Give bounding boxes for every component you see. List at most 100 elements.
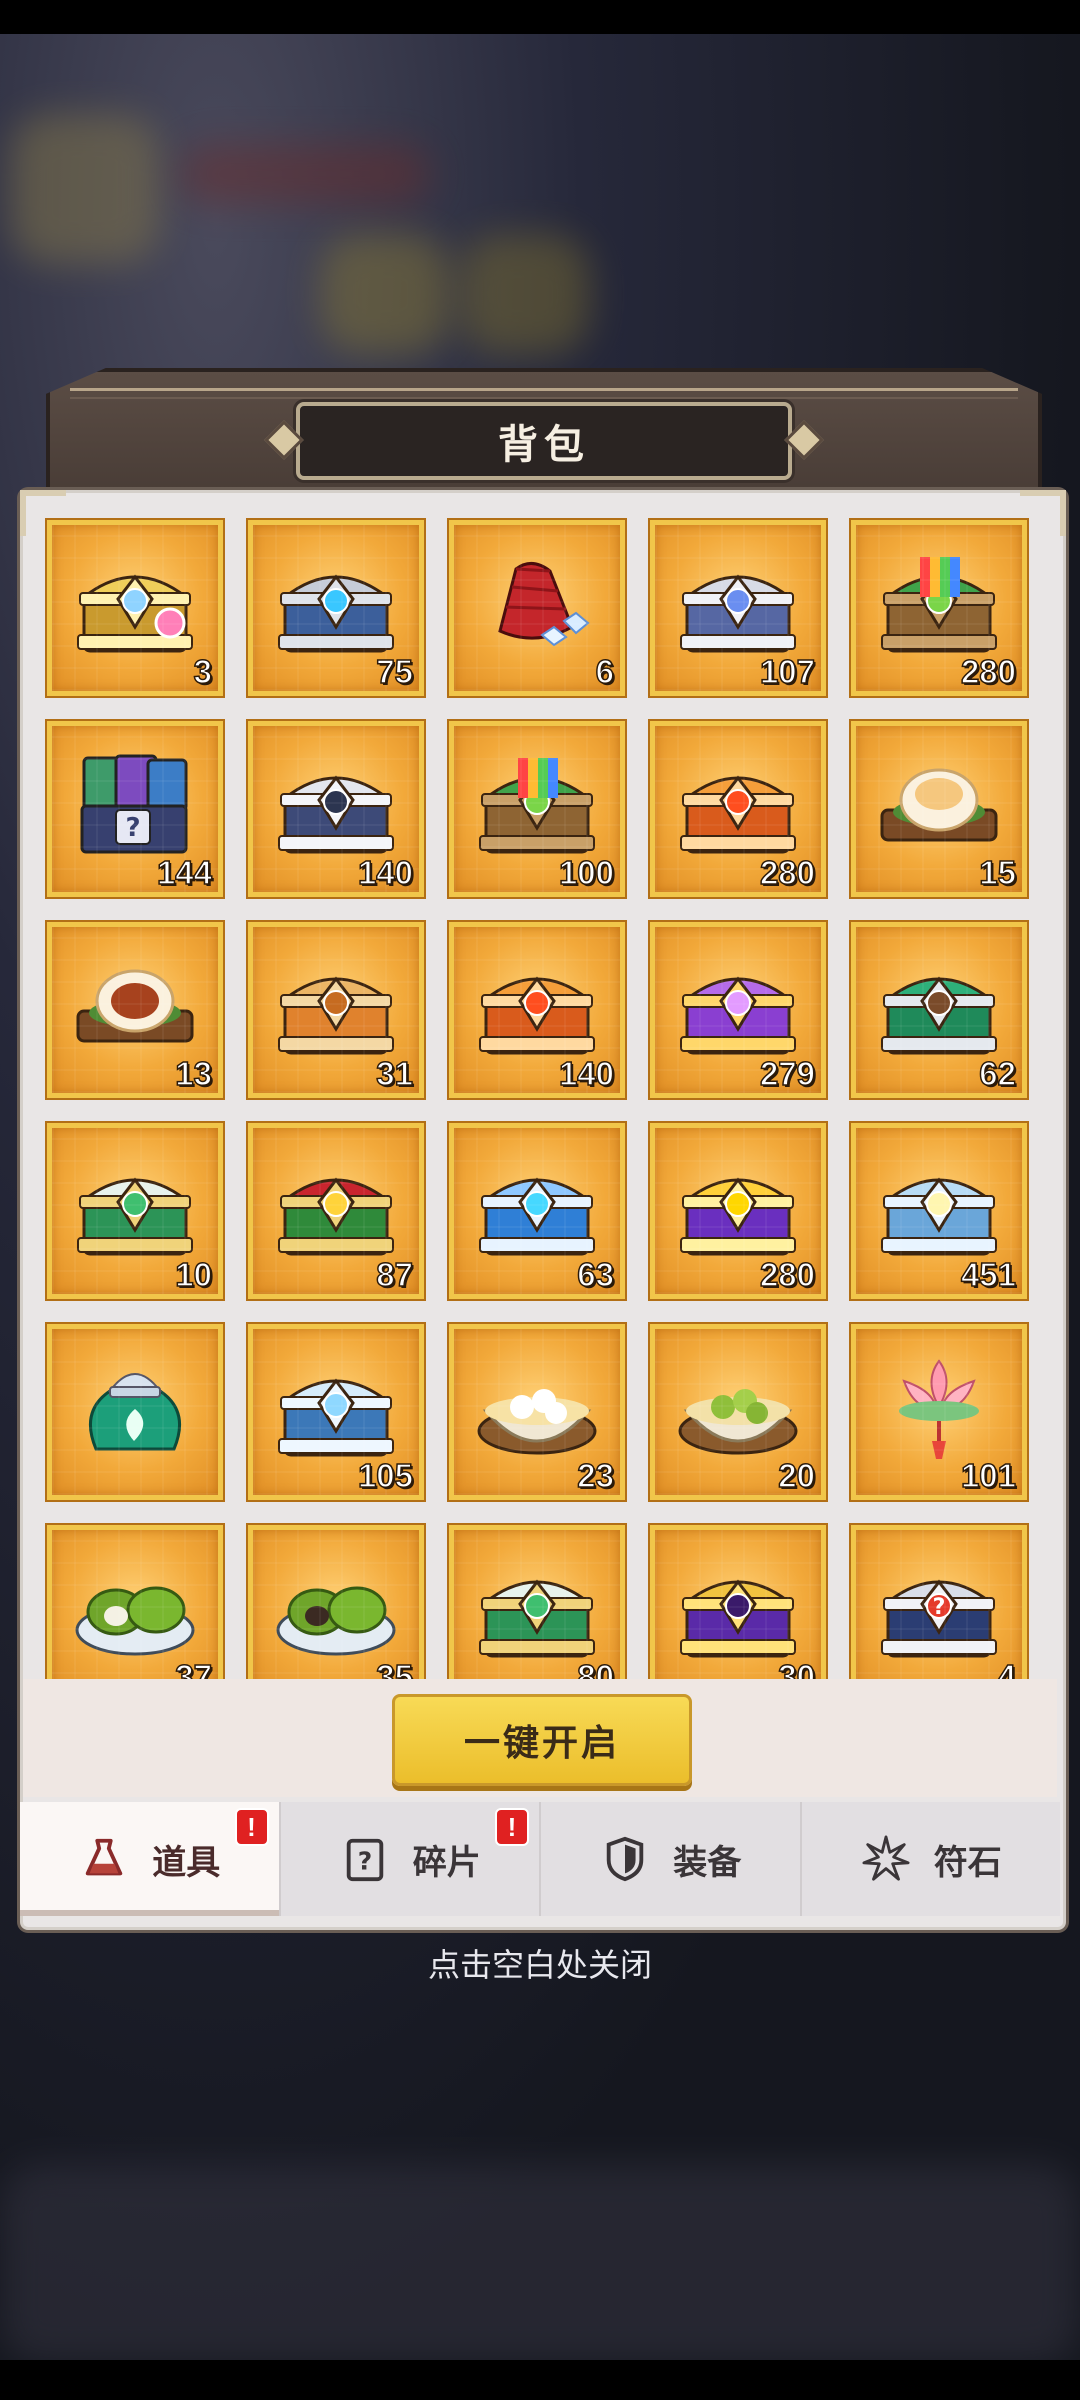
item-quantity: 280 [960,652,1017,691]
tab-label: 符石 [933,1843,1002,1882]
item-slot[interactable]: 62 [851,922,1027,1098]
inventory-tabs: 道具!? 碎片! 装备 符石 [20,1802,1060,1916]
item-quantity: 140 [357,853,414,892]
item-slot[interactable]: 31 [248,922,424,1098]
svg-text:?: ? [358,1847,372,1876]
item-quantity: 3 [193,652,213,691]
mystery-chest-icon: ? [874,1552,1004,1664]
item-quantity: 23 [577,1456,615,1495]
item-quantity: 20 [778,1456,816,1495]
item-slot[interactable]: 10 [47,1123,223,1299]
slime-rainbow-chest-icon [472,748,602,860]
item-quantity: 10 [175,1255,213,1294]
item-slot[interactable]: 105 [248,1324,424,1500]
item-slot[interactable]: 20 [650,1324,826,1500]
item-slot[interactable]: 280 [650,1123,826,1299]
item-quantity: 105 [357,1456,414,1495]
gold-rainbow-chest-icon [70,547,200,659]
rice-ball-soup-icon [472,1351,602,1463]
navigation-bar [0,2360,1080,2400]
silver-lock-chest-icon [271,748,401,860]
wooden-orange-chest-icon [271,949,401,1061]
tab-fragments[interactable]: ? 碎片! [281,1802,541,1916]
item-slot[interactable]: 107 [650,520,826,696]
green-ball-soup-icon [673,1351,803,1463]
meat-bun-icon [70,949,200,1061]
item-slot[interactable]: 6 [449,520,625,696]
item-slot[interactable]: 30 [650,1525,826,1679]
alert-badge: ! [495,1808,529,1846]
item-slot[interactable]: 63 [449,1123,625,1299]
item-slot[interactable]: 279 [650,922,826,1098]
item-slot[interactable]: 13 [47,922,223,1098]
item-slot[interactable]: 80 [449,1525,625,1679]
item-quantity: 280 [759,1255,816,1294]
item-slot[interactable]: 15 [851,721,1027,897]
tab-label: 装备 [673,1843,742,1882]
question-card-icon: ? [339,1833,391,1885]
item-quantity: 100 [558,853,615,892]
gift-chest-icon [271,1150,401,1262]
blue-crystal-chest-icon [271,547,401,659]
item-slot[interactable]: 3 [47,520,223,696]
status-bar [0,0,1080,34]
silver-trident-chest-icon [673,547,803,659]
green-leaf-pouch-icon [70,1351,200,1463]
item-slot[interactable]: 100 [449,721,625,897]
open-all-button[interactable]: 一键开启 [392,1694,692,1786]
item-quantity: 107 [759,652,816,691]
item-quantity: 31 [376,1054,414,1093]
item-quantity: 30 [778,1657,816,1679]
item-slot[interactable]: 140 [449,922,625,1098]
item-slot[interactable]: 140 [248,721,424,897]
item-slot[interactable]: 75 [248,520,424,696]
steamed-bun-icon [874,748,1004,860]
tab-runestones[interactable]: 符石 [802,1802,1061,1916]
item-quantity: 63 [577,1255,615,1294]
sparkle-ice-chest-icon [874,1150,1004,1262]
item-grid-scroll[interactable]: 3 75 6 107 280? 144 140 100 280 15 13 31… [44,517,1036,1679]
tab-items[interactable]: 道具! [20,1802,281,1916]
item-quantity: 101 [960,1456,1017,1495]
item-slot[interactable]: 87 [248,1123,424,1299]
fragment-card-pack-icon: ? [70,748,200,860]
item-slot[interactable]: 35 [248,1525,424,1679]
item-slot[interactable]: ? 144 [47,721,223,897]
item-slot[interactable]: ? 4 [851,1525,1027,1679]
item-slot[interactable]: 101 [851,1324,1027,1500]
close-hint[interactable]: 点击空白处关闭 [0,1940,1080,1986]
item-quantity: 87 [376,1255,414,1294]
item-quantity: 280 [759,853,816,892]
item-quantity: 15 [979,853,1017,892]
item-quantity: 451 [960,1255,1017,1294]
tab-label: 道具 [152,1843,221,1882]
panel-title-plate: 背包 [296,402,792,480]
item-slot[interactable] [47,1324,223,1500]
item-quantity: 62 [979,1054,1017,1093]
item-slot[interactable]: 280 [851,520,1027,696]
clover-chest-icon [70,1150,200,1262]
item-slot[interactable]: 280 [650,721,826,897]
flame-chest-icon [472,949,602,1061]
item-quantity: 13 [175,1054,213,1093]
shield-icon [599,1833,651,1885]
alert-badge: ! [234,1808,269,1846]
tab-equipment[interactable]: 装备 [541,1802,802,1916]
item-quantity: 35 [376,1657,414,1679]
royal-purple-chest-icon [673,1552,803,1664]
panel-title: 背包 [498,423,590,467]
svg-text:?: ? [125,813,140,843]
blue-star-chest-icon [472,1150,602,1262]
item-grid: 3 75 6 107 280? 144 140 100 280 15 13 31… [44,517,1036,1679]
item-quantity: 75 [376,652,414,691]
item-slot[interactable]: 23 [449,1324,625,1500]
flame-chest-icon [673,748,803,860]
item-quantity: 4 [997,1657,1017,1679]
item-quantity: 144 [156,853,213,892]
slime-rainbow-chest-icon [874,547,1004,659]
item-slot[interactable]: 451 [851,1123,1027,1299]
diamond-pouch-icon [472,547,602,659]
item-slot[interactable]: 37 [47,1525,223,1679]
green-rice-cake-icon [70,1552,200,1664]
tab-label: 碎片 [412,1843,481,1882]
